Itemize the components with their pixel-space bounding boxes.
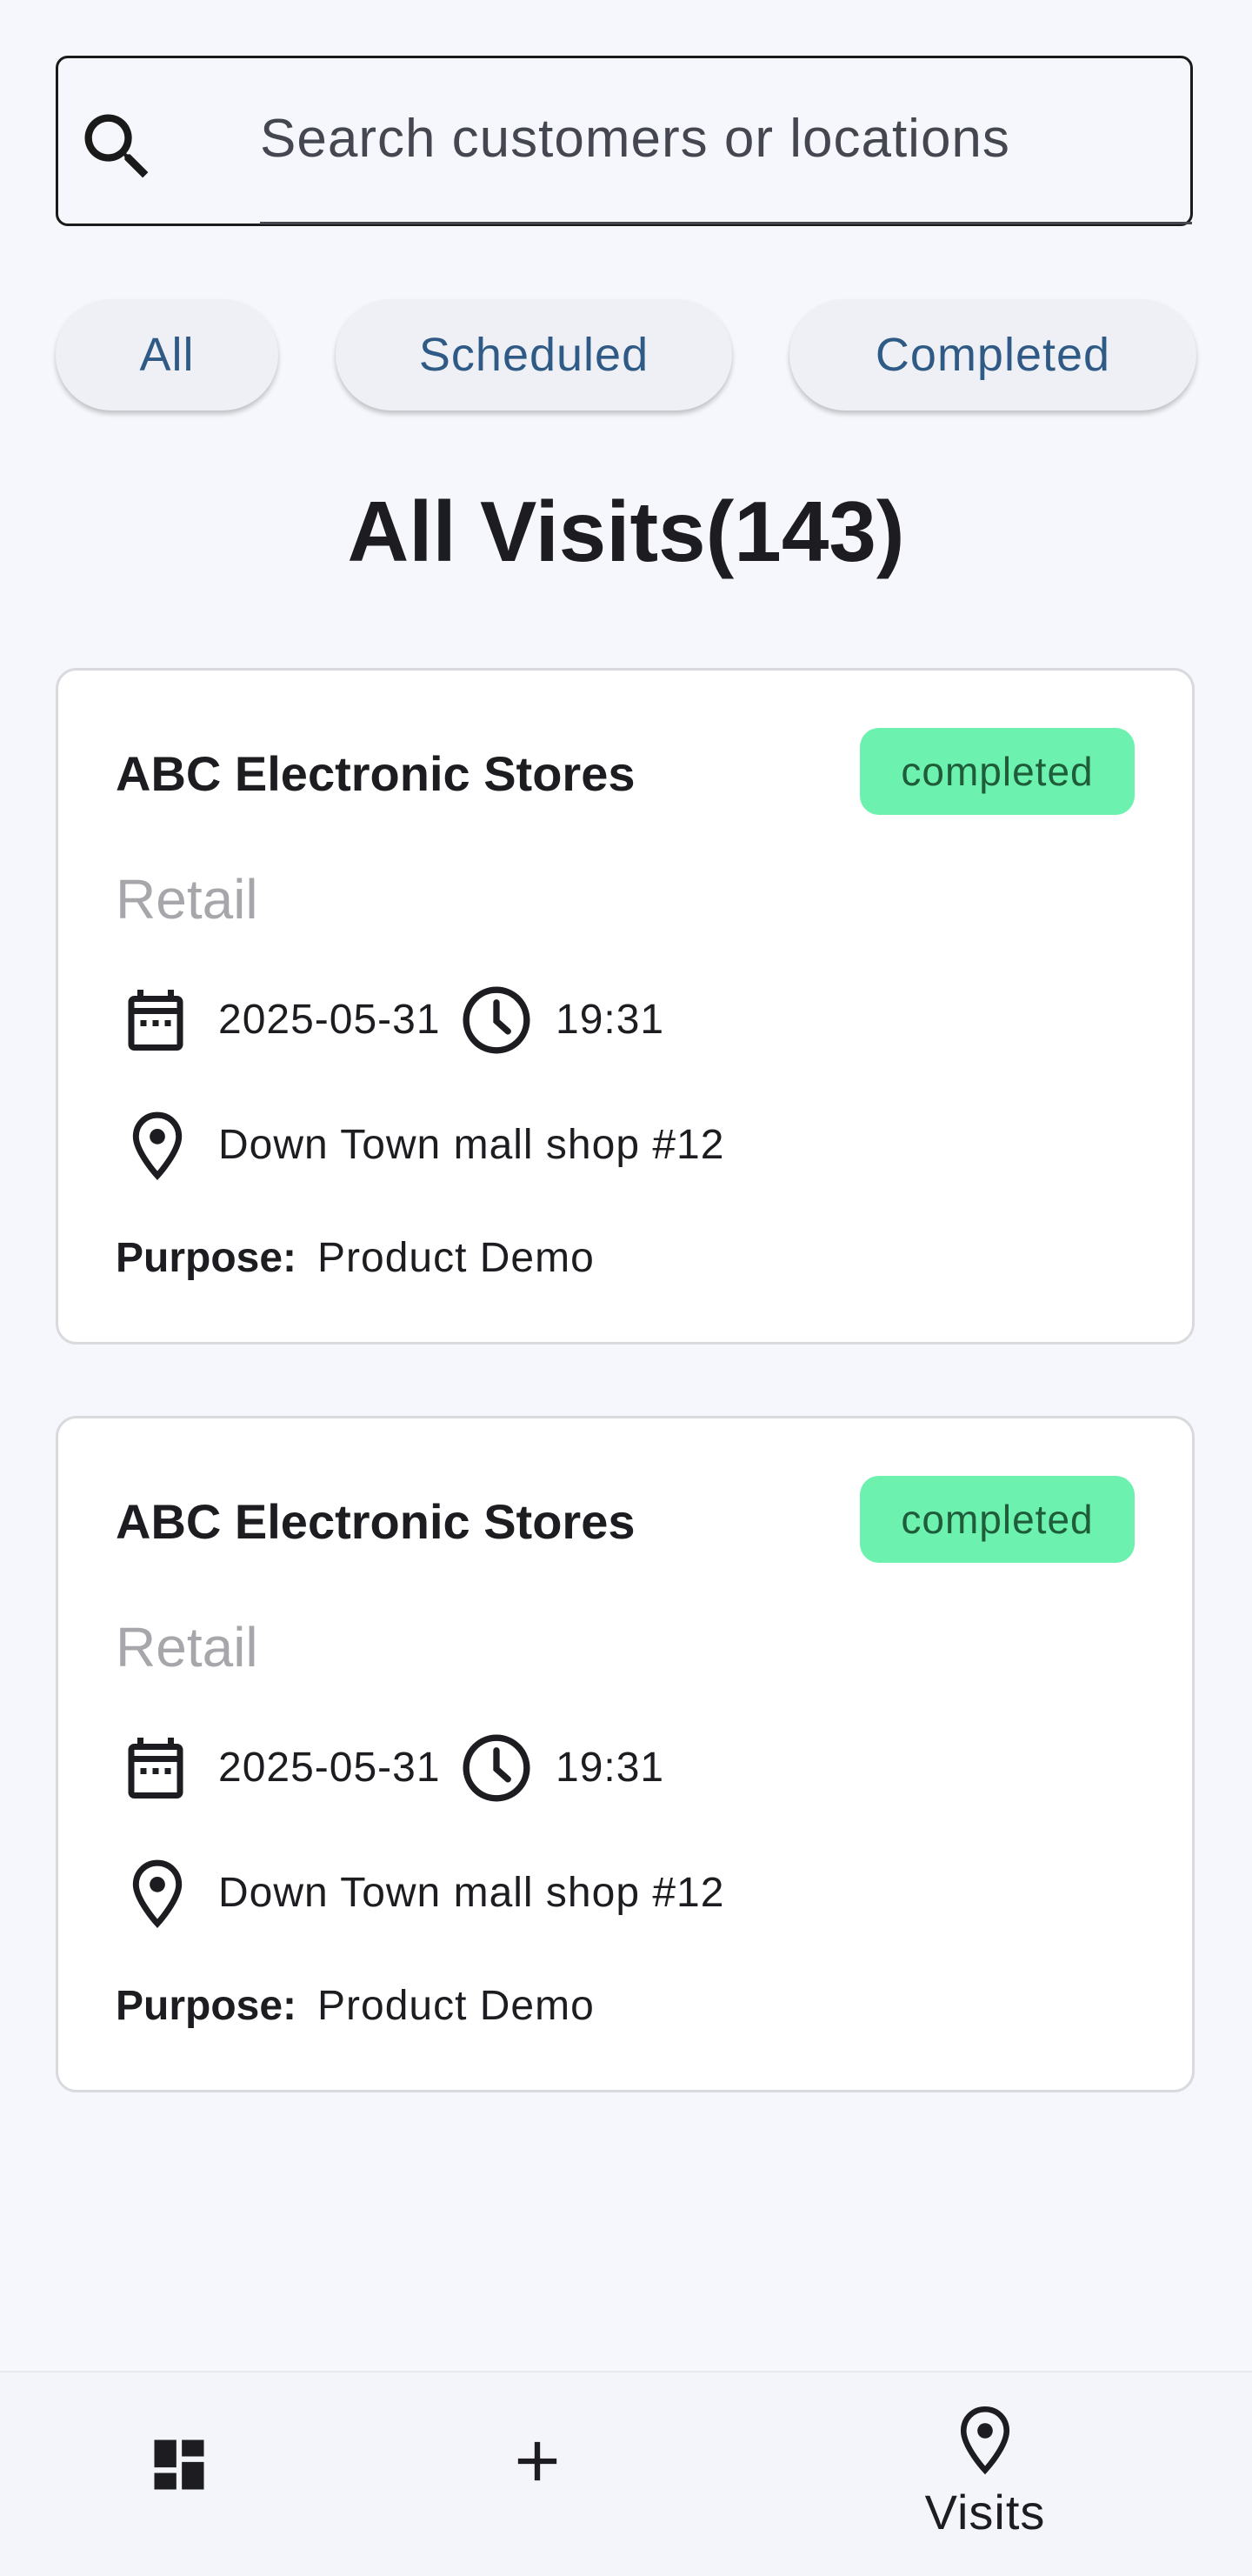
search-underline: [260, 222, 1192, 224]
purpose-value: Product Demo: [317, 1235, 595, 1281]
nav-visits-label[interactable]: Visits: [904, 2484, 1066, 2540]
visit-location: Down Town mall shop #12: [218, 1122, 725, 1168]
purpose-label: Purpose:: [116, 1235, 297, 1281]
purpose-label: Purpose:: [116, 1983, 297, 2029]
clock-icon: [463, 986, 530, 1054]
clock-icon: [463, 1734, 530, 1802]
status-badge: completed: [860, 728, 1135, 815]
page-title: All Visits(143): [347, 484, 905, 579]
bottom-navigation: Visits: [0, 2371, 1252, 2576]
filter-chip-all[interactable]: All: [56, 299, 278, 410]
search-icon: [84, 114, 149, 178]
calendar-icon: [128, 990, 183, 1051]
search-bar[interactable]: [56, 56, 1193, 226]
search-input[interactable]: [260, 91, 1164, 185]
visit-date: 2025-05-31: [218, 1745, 441, 1791]
calendar-icon: [128, 1738, 183, 1799]
location-pin-icon: [132, 1111, 183, 1181]
visit-location: Down Town mall shop #12: [218, 1870, 725, 1916]
filter-chip-scheduled[interactable]: Scheduled: [336, 299, 732, 410]
filter-chip-completed[interactable]: Completed: [789, 299, 1196, 410]
customer-name: ABC Electronic Stores: [116, 1494, 636, 1549]
visit-date: 2025-05-31: [218, 997, 441, 1043]
status-badge: completed: [860, 1476, 1135, 1563]
dashboard-icon[interactable]: [146, 2432, 212, 2498]
visit-card[interactable]: ABC Electronic Stores completed Retail 2…: [56, 668, 1195, 1345]
location-pin-icon[interactable]: [956, 2404, 1014, 2477]
customer-category: Retail: [116, 1616, 258, 1678]
visit-card[interactable]: ABC Electronic Stores completed Retail 2…: [56, 1416, 1195, 2092]
visit-time: 19:31: [556, 997, 665, 1043]
customer-category: Retail: [116, 868, 258, 931]
location-pin-icon: [132, 1859, 183, 1929]
purpose-value: Product Demo: [317, 1983, 595, 2029]
add-icon[interactable]: [504, 2428, 570, 2494]
visit-time: 19:31: [556, 1745, 665, 1791]
customer-name: ABC Electronic Stores: [116, 746, 636, 801]
